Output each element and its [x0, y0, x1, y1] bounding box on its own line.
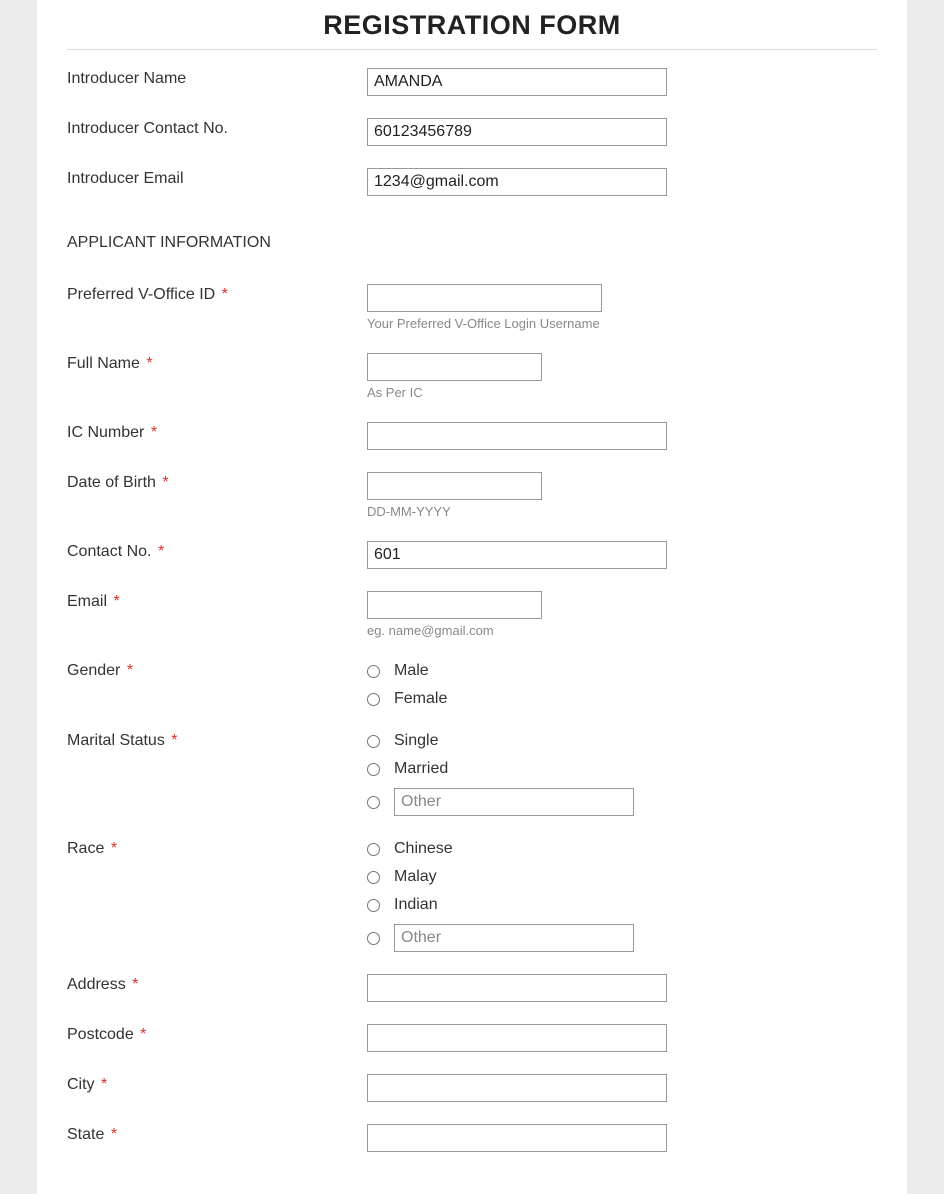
required-marker: * [111, 840, 117, 857]
required-marker: * [171, 732, 177, 749]
helper-dob: DD-MM-YYYY [367, 504, 451, 519]
helper-email: eg. name@gmail.com [367, 623, 494, 638]
radio-single[interactable] [367, 735, 380, 748]
row-city: City * [67, 1074, 877, 1102]
section-applicant-info: APPLICANT INFORMATION [67, 234, 877, 252]
input-dob[interactable] [367, 472, 542, 500]
required-marker: * [146, 355, 152, 372]
radio-label-malay: Malay [394, 868, 437, 886]
radio-row-single[interactable]: Single [367, 732, 634, 750]
required-marker: * [127, 662, 133, 679]
label-state: State [67, 1126, 104, 1143]
input-race-other[interactable] [394, 924, 634, 952]
label-introducer-name: Introducer Name [67, 68, 367, 88]
radio-row-married[interactable]: Married [367, 760, 634, 778]
label-postcode: Postcode [67, 1026, 134, 1043]
helper-voffice-id: Your Preferred V-Office Login Username [367, 316, 600, 331]
required-marker: * [132, 976, 138, 993]
radio-label-chinese: Chinese [394, 840, 453, 858]
input-introducer-name[interactable] [367, 68, 667, 96]
input-email[interactable] [367, 591, 542, 619]
label-email: Email [67, 593, 107, 610]
radio-indian[interactable] [367, 899, 380, 912]
row-introducer-name: Introducer Name [67, 68, 877, 96]
radio-chinese[interactable] [367, 843, 380, 856]
label-city: City [67, 1076, 95, 1093]
radio-row-marital-other[interactable] [367, 788, 634, 816]
row-dob: Date of Birth * DD-MM-YYYY [67, 472, 877, 519]
input-ic-number[interactable] [367, 422, 667, 450]
label-marital: Marital Status [67, 732, 165, 749]
row-postcode: Postcode * [67, 1024, 877, 1052]
row-voffice-id: Preferred V-Office ID * Your Preferred V… [67, 284, 877, 331]
radio-male[interactable] [367, 665, 380, 678]
radio-group-gender: Male Female [367, 662, 447, 708]
required-marker: * [101, 1076, 107, 1093]
input-voffice-id[interactable] [367, 284, 602, 312]
required-marker: * [158, 543, 164, 560]
radio-label-married: Married [394, 760, 448, 778]
label-introducer-email: Introducer Email [67, 168, 367, 188]
label-ic-number: IC Number [67, 424, 144, 441]
required-marker: * [151, 424, 157, 441]
radio-married[interactable] [367, 763, 380, 776]
radio-label-indian: Indian [394, 896, 438, 914]
radio-group-marital: Single Married [367, 732, 634, 816]
input-contact-no[interactable] [367, 541, 667, 569]
input-address[interactable] [367, 974, 667, 1002]
row-ic-number: IC Number * [67, 422, 877, 450]
required-marker: * [162, 474, 168, 491]
row-introducer-email: Introducer Email [67, 168, 877, 196]
radio-malay[interactable] [367, 871, 380, 884]
required-marker: * [111, 1126, 117, 1143]
input-state[interactable] [367, 1124, 667, 1152]
radio-row-indian[interactable]: Indian [367, 896, 634, 914]
label-race: Race [67, 840, 104, 857]
label-gender: Gender [67, 662, 120, 679]
registration-form-page: REGISTRATION FORM Introducer Name Introd… [37, 0, 907, 1194]
helper-full-name: As Per IC [367, 385, 423, 400]
row-full-name: Full Name * As Per IC [67, 353, 877, 400]
radio-row-chinese[interactable]: Chinese [367, 840, 634, 858]
row-contact-no: Contact No. * [67, 541, 877, 569]
input-postcode[interactable] [367, 1024, 667, 1052]
radio-group-race: Chinese Malay Indian [367, 840, 634, 952]
input-introducer-contact[interactable] [367, 118, 667, 146]
label-address: Address [67, 976, 126, 993]
label-voffice-id: Preferred V-Office ID [67, 286, 215, 303]
input-city[interactable] [367, 1074, 667, 1102]
radio-label-single: Single [394, 732, 438, 750]
label-dob: Date of Birth [67, 474, 156, 491]
radio-row-male[interactable]: Male [367, 662, 447, 680]
row-race: Race * Chinese Malay Indian [67, 838, 877, 952]
input-introducer-email[interactable] [367, 168, 667, 196]
row-email: Email * eg. name@gmail.com [67, 591, 877, 638]
radio-race-other[interactable] [367, 932, 380, 945]
radio-marital-other[interactable] [367, 796, 380, 809]
radio-label-male: Male [394, 662, 429, 680]
row-introducer-contact: Introducer Contact No. [67, 118, 877, 146]
radio-row-female[interactable]: Female [367, 690, 447, 708]
radio-row-race-other[interactable] [367, 924, 634, 952]
radio-female[interactable] [367, 693, 380, 706]
input-marital-other[interactable] [394, 788, 634, 816]
page-title: REGISTRATION FORM [67, 0, 877, 49]
required-marker: * [113, 593, 119, 610]
row-marital: Marital Status * Single Married [67, 730, 877, 816]
radio-row-malay[interactable]: Malay [367, 868, 634, 886]
divider [67, 49, 877, 50]
input-full-name[interactable] [367, 353, 542, 381]
required-marker: * [140, 1026, 146, 1043]
label-contact-no: Contact No. [67, 543, 151, 560]
required-marker: * [222, 286, 228, 303]
radio-label-female: Female [394, 690, 447, 708]
row-gender: Gender * Male Female [67, 660, 877, 708]
row-address: Address * [67, 974, 877, 1002]
label-introducer-contact: Introducer Contact No. [67, 118, 367, 138]
row-state: State * [67, 1124, 877, 1152]
label-full-name: Full Name [67, 355, 140, 372]
